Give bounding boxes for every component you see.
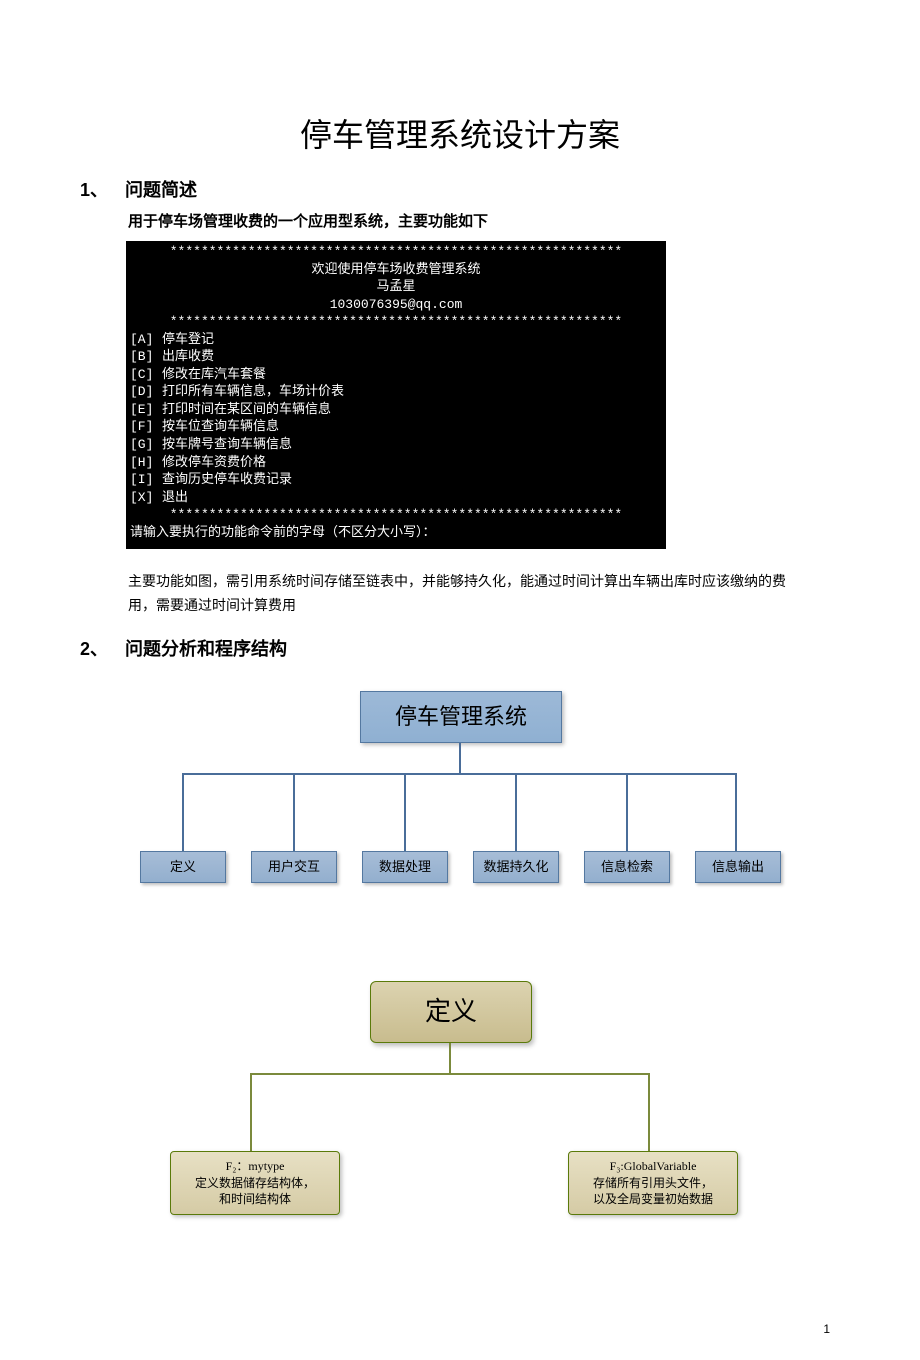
section-2-heading: 2、 问题分析和程序结构 bbox=[80, 635, 840, 661]
menu-item: [G]按车牌号查询车辆信息 bbox=[130, 436, 662, 454]
connector-line bbox=[735, 773, 737, 851]
connector-line bbox=[182, 773, 737, 775]
connector-line bbox=[449, 1043, 451, 1073]
console-welcome: 欢迎使用停车场收费管理系统 bbox=[130, 261, 662, 279]
tree-leaf: 数据持久化 bbox=[473, 851, 559, 883]
tree-leaf: 信息检索 bbox=[584, 851, 670, 883]
connector-line bbox=[648, 1073, 650, 1151]
menu-item: [A]停车登记 bbox=[130, 331, 662, 349]
console-email: 1030076395@qq.com bbox=[130, 296, 662, 314]
connector-line bbox=[250, 1073, 252, 1151]
leaf-desc: 存储所有引用头文件， bbox=[573, 1175, 733, 1192]
leaf-title: F₂：mytype bbox=[175, 1158, 335, 1175]
menu-key: [C] bbox=[130, 366, 162, 384]
menu-item: [E]打印时间在某区间的车辆信息 bbox=[130, 401, 662, 419]
menu-key: [I] bbox=[130, 471, 162, 489]
console-divider: ****************************************… bbox=[130, 506, 662, 524]
menu-item: [X]退出 bbox=[130, 489, 662, 507]
section-1-body: 主要功能如图，需引用系统时间存储至链表中，并能够持久化，能通过时间计算出车辆出库… bbox=[128, 571, 792, 619]
menu-key: [D] bbox=[130, 383, 162, 401]
tree-diagram-system: 停车管理系统 定义 用户交互 数据处理 数据持久化 信息检索 信息输出 bbox=[140, 691, 780, 921]
connector-line bbox=[626, 773, 628, 851]
menu-text: 修改停车资费价格 bbox=[162, 454, 266, 472]
menu-text: 按车位查询车辆信息 bbox=[162, 418, 279, 436]
console-prompt: 请输入要执行的功能命令前的字母（不区分大小写）： bbox=[130, 524, 662, 542]
menu-key: [B] bbox=[130, 348, 162, 366]
tree-root: 定义 bbox=[370, 981, 532, 1043]
menu-text: 按车牌号查询车辆信息 bbox=[162, 436, 292, 454]
tree-leaf: F₂：mytype 定义数据储存结构体， 和时间结构体 bbox=[170, 1151, 340, 1215]
menu-item: [F]按车位查询车辆信息 bbox=[130, 418, 662, 436]
leaf-desc: 以及全局变量初始数据 bbox=[573, 1191, 733, 1208]
tree-leaf: 数据处理 bbox=[362, 851, 448, 883]
page-number: 1 bbox=[823, 1322, 830, 1336]
section-title: 问题简述 bbox=[125, 180, 197, 200]
leaf-title: F₃:GlobalVariable bbox=[573, 1158, 733, 1175]
menu-text: 出库收费 bbox=[162, 348, 214, 366]
leaf-desc: 和时间结构体 bbox=[175, 1191, 335, 1208]
section-number: 2、 bbox=[80, 635, 120, 661]
connector-line bbox=[293, 773, 295, 851]
connector-line bbox=[250, 1073, 650, 1075]
menu-key: [E] bbox=[130, 401, 162, 419]
console-screenshot: ****************************************… bbox=[126, 241, 666, 549]
document-title: 停车管理系统设计方案 bbox=[80, 110, 840, 156]
menu-item: [B]出库收费 bbox=[130, 348, 662, 366]
menu-text: 停车登记 bbox=[162, 331, 214, 349]
menu-item: [H]修改停车资费价格 bbox=[130, 454, 662, 472]
section-1-heading: 1、 问题简述 bbox=[80, 176, 840, 202]
menu-key: [X] bbox=[130, 489, 162, 507]
menu-key: [F] bbox=[130, 418, 162, 436]
tree-leaf: F₃:GlobalVariable 存储所有引用头文件， 以及全局变量初始数据 bbox=[568, 1151, 738, 1215]
menu-item: [I]查询历史停车收费记录 bbox=[130, 471, 662, 489]
section-number: 1、 bbox=[80, 176, 120, 202]
menu-item: [D]打印所有车辆信息，车场计价表 bbox=[130, 383, 662, 401]
menu-key: [H] bbox=[130, 454, 162, 472]
console-divider: ****************************************… bbox=[130, 243, 662, 261]
document-page: 停车管理系统设计方案 1、 问题简述 用于停车场管理收费的一个应用型系统，主要功… bbox=[0, 0, 920, 1360]
menu-key: [A] bbox=[130, 331, 162, 349]
menu-text: 打印所有车辆信息，车场计价表 bbox=[162, 383, 344, 401]
tree-leaf: 用户交互 bbox=[251, 851, 337, 883]
console-divider: ****************************************… bbox=[130, 313, 662, 331]
menu-text: 查询历史停车收费记录 bbox=[162, 471, 292, 489]
leaf-desc: 定义数据储存结构体， bbox=[175, 1175, 335, 1192]
tree-root: 停车管理系统 bbox=[360, 691, 562, 743]
tree-leaf: 信息输出 bbox=[695, 851, 781, 883]
connector-line bbox=[404, 773, 406, 851]
menu-text: 退出 bbox=[162, 489, 188, 507]
section-title: 问题分析和程序结构 bbox=[125, 639, 287, 659]
tree-leaf: 定义 bbox=[140, 851, 226, 883]
connector-line bbox=[459, 743, 461, 773]
menu-text: 修改在库汽车套餐 bbox=[162, 366, 266, 384]
tree-diagram-define: 定义 F₂：mytype 定义数据储存结构体， 和时间结构体 F₃:Global… bbox=[140, 981, 780, 1221]
menu-text: 打印时间在某区间的车辆信息 bbox=[162, 401, 331, 419]
menu-item: [C]修改在库汽车套餐 bbox=[130, 366, 662, 384]
menu-key: [G] bbox=[130, 436, 162, 454]
connector-line bbox=[182, 773, 184, 851]
console-author: 马孟星 bbox=[130, 278, 662, 296]
connector-line bbox=[515, 773, 517, 851]
section-1-intro: 用于停车场管理收费的一个应用型系统，主要功能如下 bbox=[128, 210, 840, 231]
